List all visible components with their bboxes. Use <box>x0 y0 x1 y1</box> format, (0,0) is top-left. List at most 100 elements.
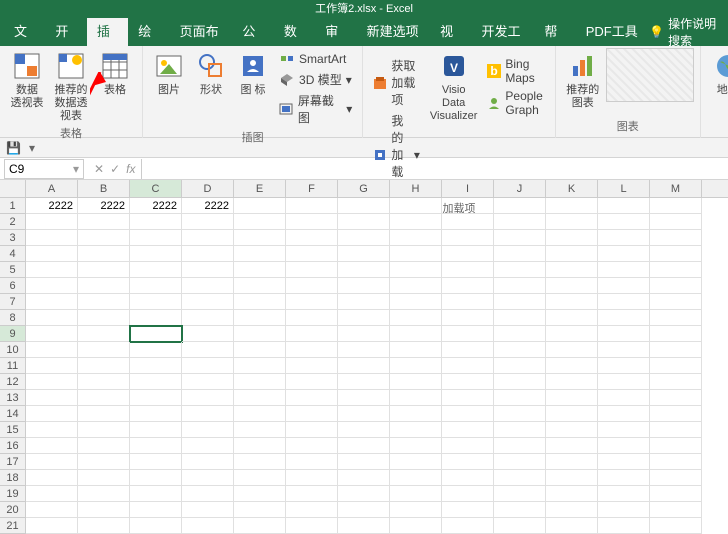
cell-H4[interactable] <box>390 246 442 262</box>
cell-D16[interactable] <box>182 438 234 454</box>
cell-H16[interactable] <box>390 438 442 454</box>
cell-D10[interactable] <box>182 342 234 358</box>
cell-E2[interactable] <box>234 214 286 230</box>
cell-C7[interactable] <box>130 294 182 310</box>
tab-开发工具[interactable]: 开发工具 <box>472 18 535 46</box>
cell-M3[interactable] <box>650 230 702 246</box>
cell-J1[interactable] <box>494 198 546 214</box>
cell-L2[interactable] <box>598 214 650 230</box>
select-all-corner[interactable] <box>0 180 26 197</box>
cell-I16[interactable] <box>442 438 494 454</box>
cell-E12[interactable] <box>234 374 286 390</box>
cell-M10[interactable] <box>650 342 702 358</box>
cell-M15[interactable] <box>650 422 702 438</box>
col-header-G[interactable]: G <box>338 180 390 197</box>
cell-H8[interactable] <box>390 310 442 326</box>
cell-I20[interactable] <box>442 502 494 518</box>
cell-L14[interactable] <box>598 406 650 422</box>
cell-L5[interactable] <box>598 262 650 278</box>
col-header-F[interactable]: F <box>286 180 338 197</box>
cell-K10[interactable] <box>546 342 598 358</box>
cell-L18[interactable] <box>598 470 650 486</box>
cell-F9[interactable] <box>286 326 338 342</box>
cell-L6[interactable] <box>598 278 650 294</box>
cell-F1[interactable] <box>286 198 338 214</box>
cell-K5[interactable] <box>546 262 598 278</box>
cell-H13[interactable] <box>390 390 442 406</box>
cell-F3[interactable] <box>286 230 338 246</box>
cell-G4[interactable] <box>338 246 390 262</box>
screenshot-button[interactable]: 屏幕截图 ▾ <box>277 91 354 127</box>
cell-K8[interactable] <box>546 310 598 326</box>
tell-me-search[interactable]: 💡操作说明搜索 <box>649 15 724 49</box>
cell-J6[interactable] <box>494 278 546 294</box>
cell-B1[interactable]: 2222 <box>78 198 130 214</box>
cell-B9[interactable] <box>78 326 130 342</box>
cell-E1[interactable] <box>234 198 286 214</box>
cell-E4[interactable] <box>234 246 286 262</box>
cell-M11[interactable] <box>650 358 702 374</box>
cell-G2[interactable] <box>338 214 390 230</box>
cell-J9[interactable] <box>494 326 546 342</box>
cell-D9[interactable] <box>182 326 234 342</box>
tab-插入[interactable]: 插入 <box>87 18 128 46</box>
cell-A1[interactable]: 2222 <box>26 198 78 214</box>
cell-L20[interactable] <box>598 502 650 518</box>
cell-J15[interactable] <box>494 422 546 438</box>
cell-E21[interactable] <box>234 518 286 534</box>
cell-J11[interactable] <box>494 358 546 374</box>
cell-I2[interactable] <box>442 214 494 230</box>
chart-gallery[interactable] <box>606 48 694 102</box>
cell-B13[interactable] <box>78 390 130 406</box>
get-addins-button[interactable]: 获取加载项 <box>371 56 422 109</box>
cell-C20[interactable] <box>130 502 182 518</box>
cell-J16[interactable] <box>494 438 546 454</box>
col-header-J[interactable]: J <box>494 180 546 197</box>
cell-M21[interactable] <box>650 518 702 534</box>
cell-E13[interactable] <box>234 390 286 406</box>
cell-A13[interactable] <box>26 390 78 406</box>
cell-G21[interactable] <box>338 518 390 534</box>
row-header-21[interactable]: 21 <box>0 518 26 534</box>
tab-帮助[interactable]: 帮助 <box>534 18 575 46</box>
cell-H11[interactable] <box>390 358 442 374</box>
col-header-K[interactable]: K <box>546 180 598 197</box>
row-header-13[interactable]: 13 <box>0 390 26 406</box>
cell-H7[interactable] <box>390 294 442 310</box>
cell-A6[interactable] <box>26 278 78 294</box>
cell-M16[interactable] <box>650 438 702 454</box>
cell-D11[interactable] <box>182 358 234 374</box>
cell-K17[interactable] <box>546 454 598 470</box>
recommend-charts-button[interactable]: 推荐的 图表 <box>562 48 604 112</box>
cell-G6[interactable] <box>338 278 390 294</box>
cell-A21[interactable] <box>26 518 78 534</box>
cell-E8[interactable] <box>234 310 286 326</box>
cell-K20[interactable] <box>546 502 598 518</box>
cell-G13[interactable] <box>338 390 390 406</box>
cell-L11[interactable] <box>598 358 650 374</box>
cell-K16[interactable] <box>546 438 598 454</box>
cell-I17[interactable] <box>442 454 494 470</box>
cell-J2[interactable] <box>494 214 546 230</box>
cell-G3[interactable] <box>338 230 390 246</box>
cell-C6[interactable] <box>130 278 182 294</box>
cell-M8[interactable] <box>650 310 702 326</box>
cell-D8[interactable] <box>182 310 234 326</box>
cell-B20[interactable] <box>78 502 130 518</box>
cell-L13[interactable] <box>598 390 650 406</box>
cell-G15[interactable] <box>338 422 390 438</box>
cell-B5[interactable] <box>78 262 130 278</box>
cell-G12[interactable] <box>338 374 390 390</box>
cell-H10[interactable] <box>390 342 442 358</box>
cell-L7[interactable] <box>598 294 650 310</box>
row-header-11[interactable]: 11 <box>0 358 26 374</box>
cell-D3[interactable] <box>182 230 234 246</box>
cell-H17[interactable] <box>390 454 442 470</box>
cell-L10[interactable] <box>598 342 650 358</box>
cell-D4[interactable] <box>182 246 234 262</box>
tab-公式[interactable]: 公式 <box>232 18 273 46</box>
cell-C4[interactable] <box>130 246 182 262</box>
enter-icon[interactable]: ✓ <box>110 162 120 176</box>
cell-L21[interactable] <box>598 518 650 534</box>
cell-A20[interactable] <box>26 502 78 518</box>
